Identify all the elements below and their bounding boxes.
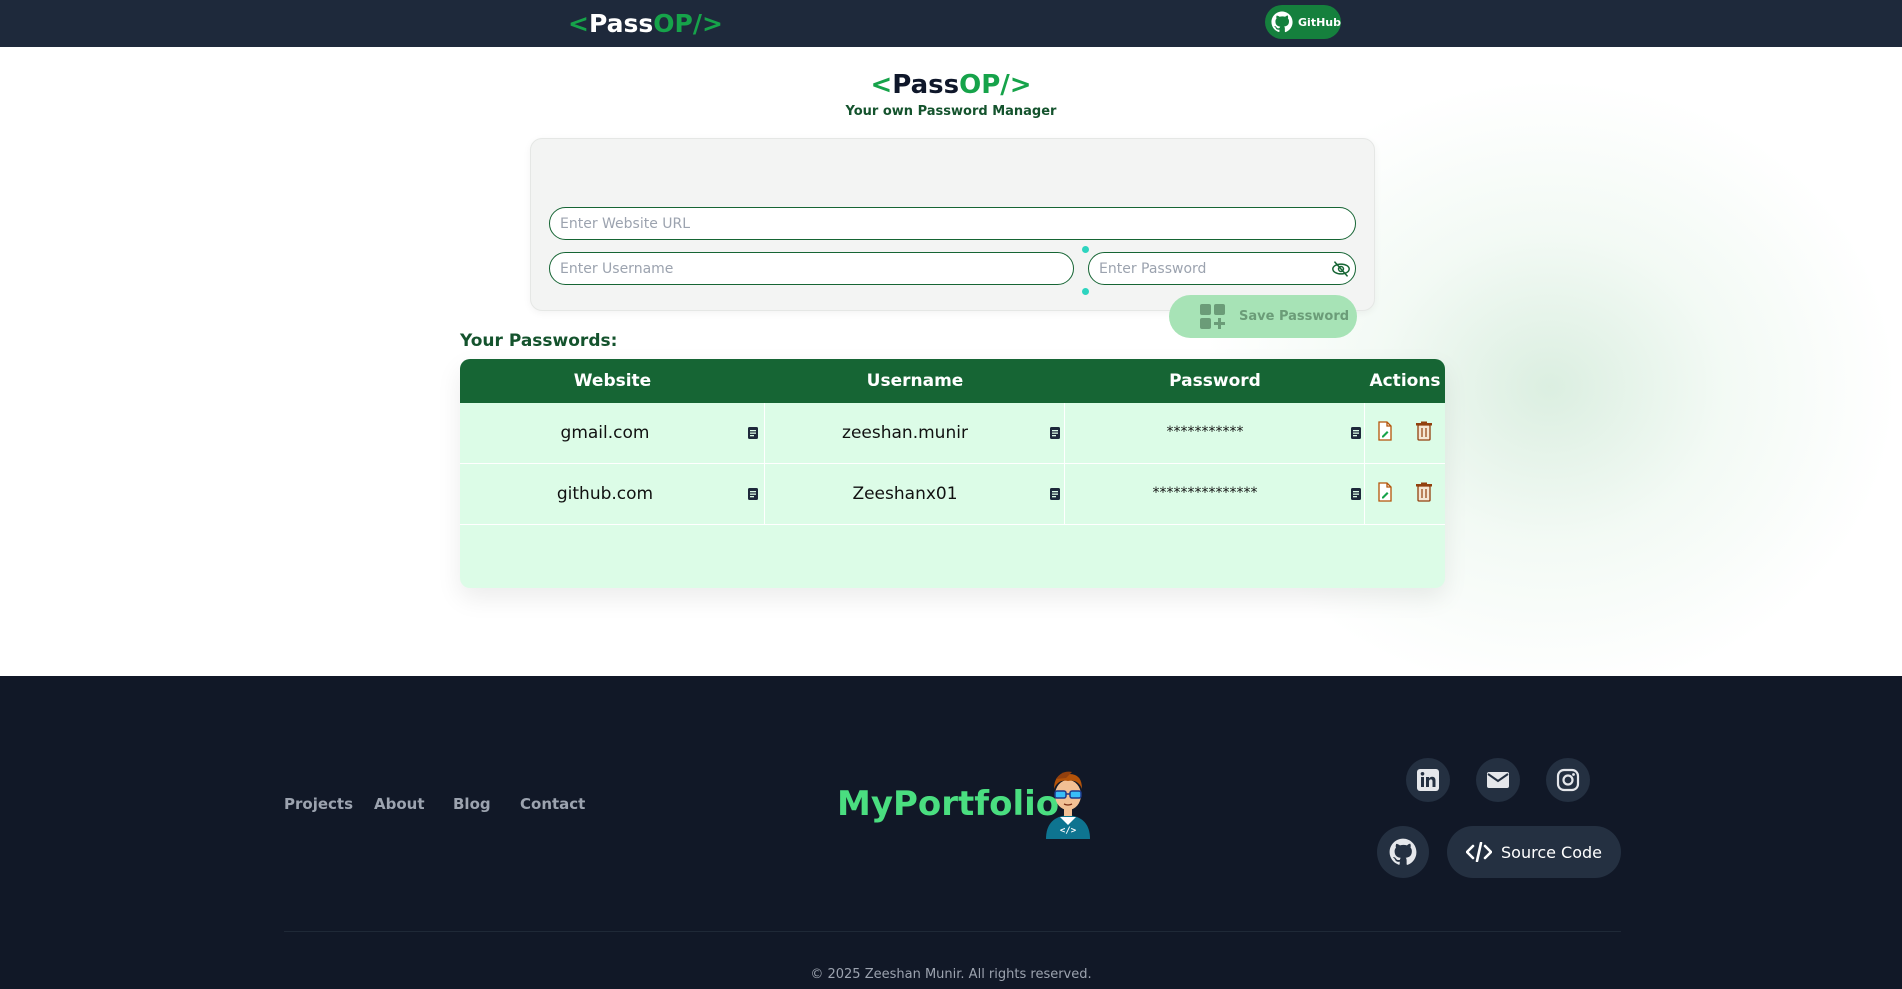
code-icon — [1466, 842, 1492, 862]
copy-icon[interactable] — [1350, 426, 1362, 440]
website-value: github.com — [556, 484, 654, 504]
footer-github-button[interactable] — [1377, 826, 1429, 878]
header-password: Password — [1169, 371, 1261, 391]
footer-link-contact[interactable]: Contact — [520, 795, 585, 813]
nav-logo[interactable]: <PassOP/> — [568, 9, 723, 38]
logo-bracket: < — [568, 9, 589, 38]
copyright-text: © 2025 Zeeshan Munir. All rights reserve… — [810, 967, 1092, 982]
header-website: Website — [573, 371, 652, 391]
github-button[interactable]: GitHub — [1265, 5, 1341, 39]
mail-icon — [1487, 772, 1509, 788]
navbar: <PassOP/> GitHub — [0, 0, 1902, 47]
mail-button[interactable] — [1476, 758, 1520, 802]
github-label: GitHub — [1298, 15, 1341, 29]
header-actions: Actions — [1369, 371, 1441, 391]
save-password-button[interactable]: Save Password — [1169, 295, 1357, 338]
title-op: OP/> — [959, 70, 1032, 100]
passwords-table: Website Username Password Actions gmail.… — [460, 359, 1445, 588]
username-cell: Zeeshanx01 — [765, 464, 1065, 525]
svg-text:</>: </> — [1060, 826, 1077, 836]
developer-avatar-icon: </> — [1046, 771, 1090, 839]
password-cell: *********** — [1065, 403, 1365, 464]
title-bracket: < — [870, 70, 893, 100]
page-title: <PassOP/> — [0, 70, 1902, 100]
website-cell: gmail.com — [460, 403, 765, 464]
your-passwords-heading: Your Passwords: — [460, 331, 618, 351]
instagram-icon — [1556, 768, 1580, 792]
page-subtitle: Your own Password Manager — [845, 104, 1057, 119]
username-cell: zeeshan.munir — [765, 403, 1065, 464]
username-input[interactable] — [549, 252, 1074, 285]
username-value: zeeshan.munir — [842, 423, 968, 443]
footer-brand[interactable]: MyPortfolio — [837, 784, 1059, 824]
footer-divider — [284, 931, 1621, 932]
footer: Projects About Blog Contact MyPortfolio … — [0, 676, 1902, 989]
footer-link-projects[interactable]: Projects — [284, 795, 353, 813]
copy-icon[interactable] — [1049, 487, 1061, 501]
copy-icon[interactable] — [1350, 487, 1362, 501]
title-pass: Pass — [892, 70, 960, 100]
footer-link-blog[interactable]: Blog — [453, 795, 491, 813]
main-content: <PassOP/> Your own Password Manager Save… — [0, 47, 1902, 676]
copy-icon[interactable] — [747, 426, 759, 440]
source-code-label: Source Code — [1501, 842, 1602, 862]
logo-op: OP/> — [653, 9, 723, 38]
linkedin-button[interactable] — [1406, 758, 1450, 802]
header-username: Username — [866, 371, 964, 391]
eye-slash-icon[interactable] — [1331, 260, 1351, 278]
edit-icon[interactable] — [1376, 482, 1394, 502]
edit-icon[interactable] — [1376, 421, 1394, 441]
password-form: Save Password — [530, 138, 1375, 338]
username-value: Zeeshanx01 — [852, 484, 958, 504]
save-password-label: Save Password — [1239, 309, 1350, 324]
actions-cell — [1365, 403, 1445, 464]
footer-link-about[interactable]: About — [374, 795, 425, 813]
copy-icon[interactable] — [1049, 426, 1061, 440]
website-url-input[interactable] — [549, 207, 1356, 240]
copy-icon[interactable] — [747, 487, 759, 501]
instagram-button[interactable] — [1546, 758, 1590, 802]
delete-icon[interactable] — [1415, 482, 1433, 502]
resize-handle-bottom — [1082, 288, 1089, 295]
source-code-button[interactable]: Source Code — [1447, 826, 1621, 878]
password-value: *************** — [1152, 485, 1258, 501]
password-input[interactable] — [1088, 252, 1356, 285]
github-icon — [1271, 11, 1293, 33]
actions-cell — [1365, 464, 1445, 525]
delete-icon[interactable] — [1415, 421, 1433, 441]
website-cell: github.com — [460, 464, 765, 525]
table-row: github.com Zeeshanx01 *************** — [460, 464, 1445, 525]
logo-pass: Pass — [588, 9, 654, 38]
website-value: gmail.com — [560, 423, 650, 443]
password-cell: *************** — [1065, 464, 1365, 525]
add-grid-icon — [1200, 303, 1225, 329]
github-icon — [1389, 838, 1417, 865]
table-header: Website Username Password Actions — [460, 359, 1445, 403]
resize-handle-top — [1082, 246, 1089, 253]
table-row: gmail.com zeeshan.munir *********** — [460, 403, 1445, 464]
linkedin-icon — [1417, 769, 1439, 791]
password-value: *********** — [1166, 424, 1244, 440]
